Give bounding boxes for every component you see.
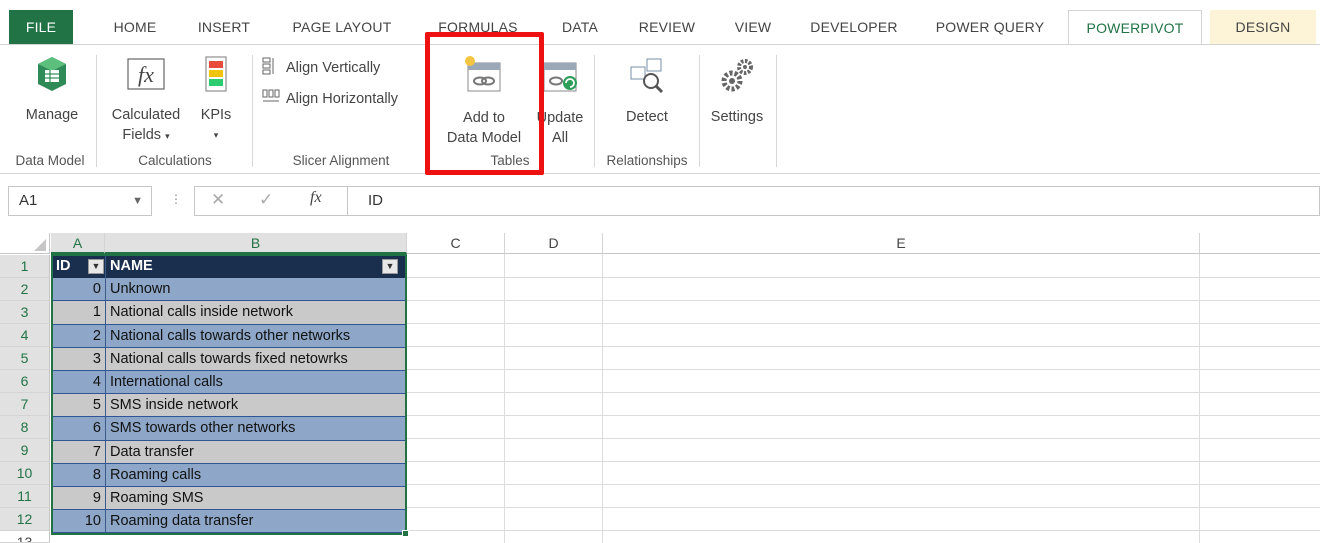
align-horizontally-button[interactable]: Align Horizontally (262, 88, 398, 110)
function-icon: fx (127, 58, 165, 90)
gridline (406, 369, 1320, 370)
kpis-button[interactable]: KPIs ▾ (192, 55, 240, 145)
align-horizontally-icon (262, 89, 280, 102)
column-header-b[interactable]: B (105, 233, 407, 254)
group-separator (776, 55, 777, 167)
chevron-down-icon: ▾ (165, 131, 170, 141)
annotation-highlight-box (425, 32, 544, 175)
row-header[interactable]: 4 (0, 324, 50, 347)
selection-outline (51, 254, 407, 535)
row-header[interactable]: 1 (0, 255, 50, 278)
group-label-slicer-alignment: Slicer Alignment (292, 153, 390, 168)
settings-button[interactable]: Settings (704, 55, 770, 127)
settings-label: Settings (710, 109, 764, 125)
row-header[interactable]: 11 (0, 485, 50, 508)
tab-view[interactable]: VIEW (722, 10, 784, 44)
row-header[interactable]: 2 (0, 278, 50, 301)
chevron-down-icon[interactable]: ▼ (132, 187, 143, 215)
tab-power-query[interactable]: POWER QUERY (924, 10, 1056, 44)
group-label-relationships: Relationships (606, 153, 688, 168)
update-all-icon (543, 62, 577, 92)
group-separator (594, 55, 595, 167)
gridline (406, 415, 1320, 416)
row-header[interactable]: 7 (0, 393, 50, 416)
gridline (504, 254, 505, 543)
gridline (406, 277, 1320, 278)
gridline (406, 484, 1320, 485)
tab-page-layout[interactable]: PAGE LAYOUT (278, 10, 406, 44)
column-header-c[interactable]: C (407, 233, 505, 254)
group-label-data-model: Data Model (15, 153, 85, 168)
gridline (406, 346, 1320, 347)
formula-buttons: ✕ ✓ fx (194, 186, 348, 216)
insert-function-icon[interactable]: fx (310, 189, 322, 207)
column-header-a[interactable]: A (51, 233, 105, 254)
calculated-fields-button[interactable]: fx Calculated Fields ▾ (104, 55, 188, 146)
row-header[interactable]: 5 (0, 347, 50, 370)
gridline (406, 300, 1320, 301)
powerpivot-manage-icon (38, 57, 66, 91)
align-vertically-button[interactable]: Align Vertically (262, 57, 380, 79)
calculated-fields-label-2: Fields (122, 127, 162, 143)
manage-button[interactable]: Manage (14, 55, 90, 125)
detect-icon (630, 58, 664, 94)
manage-label: Manage (25, 107, 79, 123)
cancel-icon[interactable]: ✕ (211, 190, 225, 210)
group-separator (699, 55, 700, 167)
ribbon-tabs: FILE HOME INSERT PAGE LAYOUT FORMULAS DA… (0, 0, 1320, 44)
formula-content: ID (368, 192, 383, 209)
gridline (406, 530, 1320, 531)
formula-bar: A1 ▼ ⋮ ✕ ✓ fx ID (0, 176, 1320, 230)
gridline (1199, 254, 1200, 543)
group-separator (252, 55, 253, 167)
fill-handle[interactable] (402, 530, 409, 537)
group-separator (96, 55, 97, 167)
column-header-f[interactable] (1200, 233, 1320, 254)
gridline (406, 438, 1320, 439)
gridline (406, 392, 1320, 393)
row-header[interactable]: 12 (0, 508, 50, 531)
formula-input[interactable]: ID (348, 186, 1320, 216)
gear-icon (721, 59, 753, 92)
tab-developer[interactable]: DEVELOPER (798, 10, 910, 44)
kpis-label: KPIs (200, 107, 232, 123)
tab-review[interactable]: REVIEW (626, 10, 708, 44)
row-header[interactable]: 3 (0, 301, 50, 324)
formula-bar-resize-handle[interactable]: ⋮ (170, 192, 182, 206)
tab-insert[interactable]: INSERT (186, 10, 262, 44)
svg-text:fx: fx (138, 62, 154, 87)
kpi-icon (205, 56, 227, 92)
column-header-e[interactable]: E (603, 233, 1200, 254)
enter-icon[interactable]: ✓ (259, 190, 273, 210)
column-header-d[interactable]: D (505, 233, 603, 254)
group-label-calculations: Calculations (138, 153, 212, 168)
row-header[interactable]: 8 (0, 416, 50, 439)
gridline (406, 323, 1320, 324)
gridline (406, 507, 1320, 508)
tab-powerpivot[interactable]: POWERPIVOT (1068, 10, 1202, 44)
tab-file[interactable]: FILE (9, 10, 73, 44)
ribbon: Manage fx Calculated Fields ▾ KPIs ▾ Ali… (0, 44, 1320, 174)
row-header[interactable]: 9 (0, 439, 50, 462)
row-header[interactable]: 10 (0, 462, 50, 485)
gridline (602, 254, 603, 543)
row-header[interactable]: 6 (0, 370, 50, 393)
detect-label: Detect (626, 109, 668, 125)
align-vertically-icon (262, 57, 274, 75)
tab-home[interactable]: HOME (100, 10, 170, 44)
calculated-fields-label-1: Calculated (111, 107, 181, 123)
select-all-corner[interactable] (0, 233, 50, 254)
row-header[interactable]: 13 (0, 531, 50, 543)
worksheet-grid[interactable]: A B C D E 1 2 3 4 5 6 7 8 9 10 11 12 13 … (0, 230, 1320, 543)
tab-data[interactable]: DATA (548, 10, 612, 44)
gridline (406, 461, 1320, 462)
name-box[interactable]: A1 ▼ (8, 186, 152, 216)
select-all-triangle-icon (34, 239, 46, 251)
chevron-down-icon: ▾ (213, 130, 219, 140)
tab-design[interactable]: DESIGN (1210, 10, 1316, 44)
align-horizontally-label: Align Horizontally (286, 91, 399, 107)
align-vertically-label: Align Vertically (286, 60, 381, 76)
name-box-value: A1 (19, 192, 38, 209)
detect-button[interactable]: Detect (612, 55, 682, 127)
